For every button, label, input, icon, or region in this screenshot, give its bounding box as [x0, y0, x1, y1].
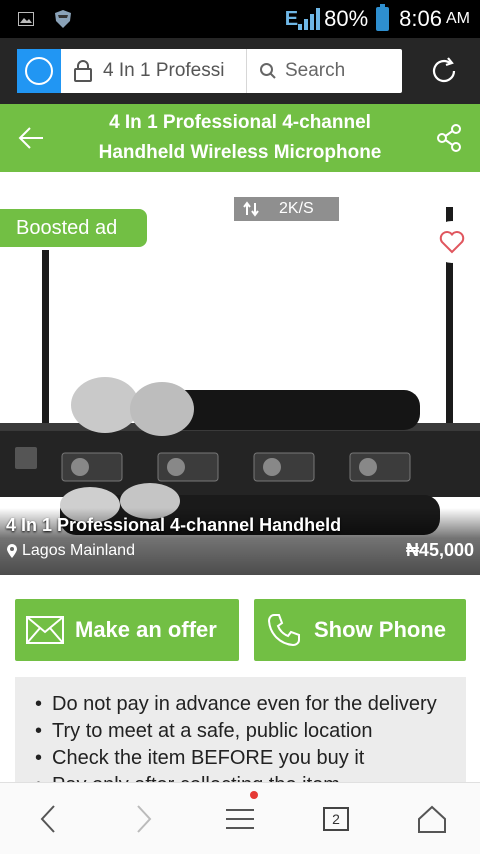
gallery-icon: [18, 12, 34, 26]
network-type: E: [284, 7, 299, 30]
home-icon: [418, 805, 446, 833]
ad-price: ₦45,000: [405, 540, 474, 560]
ad-header: 4 In 1 Professional 4-channel Handheld W…: [0, 104, 480, 172]
back-button[interactable]: [0, 126, 62, 150]
location-text: Lagos Mainland: [22, 542, 135, 559]
clock-ampm: AM: [446, 10, 470, 27]
shield-icon: [55, 10, 71, 28]
browser-toolbar: 4 In 1 Professi Search: [0, 38, 480, 104]
refresh-button[interactable]: [424, 51, 464, 91]
signal-icon: [298, 8, 321, 30]
address-bar[interactable]: 4 In 1 Professi Search: [17, 49, 402, 93]
safety-tip: Try to meet at a safe, public location: [35, 718, 466, 745]
refresh-icon: [432, 57, 456, 83]
transfer-arrows-icon: [243, 201, 259, 217]
nav-back-button[interactable]: [0, 783, 96, 855]
url-text: 4 In 1 Professi: [103, 60, 225, 81]
status-bar: E 80% 8:06 AM: [0, 0, 480, 38]
page-title-line1: 4 In 1 Professional 4-channel: [109, 112, 371, 133]
search-icon: [260, 63, 276, 79]
safety-tips-box: Do not pay in advance even for the deliv…: [15, 677, 466, 797]
show-phone-label: Show Phone: [314, 617, 446, 642]
chevron-left-icon: [40, 804, 55, 833]
safety-tip: Do not pay in advance even for the deliv…: [35, 691, 466, 718]
heart-icon: [439, 231, 465, 254]
boosted-ad-badge: Boosted ad: [0, 209, 147, 247]
make-offer-label: Make an offer: [75, 617, 217, 642]
battery-percent: 80%: [324, 6, 369, 31]
url-field[interactable]: 4 In 1 Professi: [61, 49, 247, 93]
location-pin-icon: [7, 544, 17, 558]
battery-icon: [376, 4, 390, 31]
phone-icon: [267, 614, 300, 647]
favorite-button[interactable]: [431, 221, 473, 263]
clock: 8:06: [399, 6, 442, 31]
make-offer-button[interactable]: Make an offer: [15, 599, 239, 661]
search-field[interactable]: Search: [247, 60, 345, 82]
show-phone-button[interactable]: Show Phone: [254, 599, 466, 661]
notification-dot: [250, 790, 258, 799]
chevron-right-icon: [137, 804, 152, 833]
boosted-ad-label: Boosted ad: [16, 216, 118, 239]
speed-indicator: 2K/S: [234, 197, 339, 221]
share-button[interactable]: [418, 123, 480, 153]
safety-tip: Check the item BEFORE you buy it: [35, 745, 466, 772]
nav-home-button[interactable]: [384, 783, 480, 855]
arrow-left-icon: [18, 127, 43, 149]
nav-forward-button[interactable]: [96, 783, 192, 855]
tab-count: 2: [323, 806, 349, 831]
share-icon: [437, 124, 461, 152]
browser-bottom-nav: 2: [0, 782, 480, 854]
lock-icon: [74, 60, 92, 82]
speed-indicator-text: 2K/S: [279, 200, 314, 217]
envelope-icon: [26, 616, 64, 644]
ad-title: 4 In 1 Professional 4-channel Handheld: [6, 515, 342, 535]
search-label: Search: [285, 60, 346, 81]
nav-tabs-button[interactable]: 2: [288, 783, 384, 855]
menu-icon: [226, 808, 254, 829]
nav-menu-button[interactable]: [192, 783, 288, 855]
ad-location: Lagos Mainland: [6, 542, 135, 560]
browser-logo-icon[interactable]: [17, 49, 61, 93]
page-title-line2: Handheld Wireless Microphone: [98, 142, 382, 163]
page-title: 4 In 1 Professional 4-channel Handheld W…: [62, 108, 418, 168]
